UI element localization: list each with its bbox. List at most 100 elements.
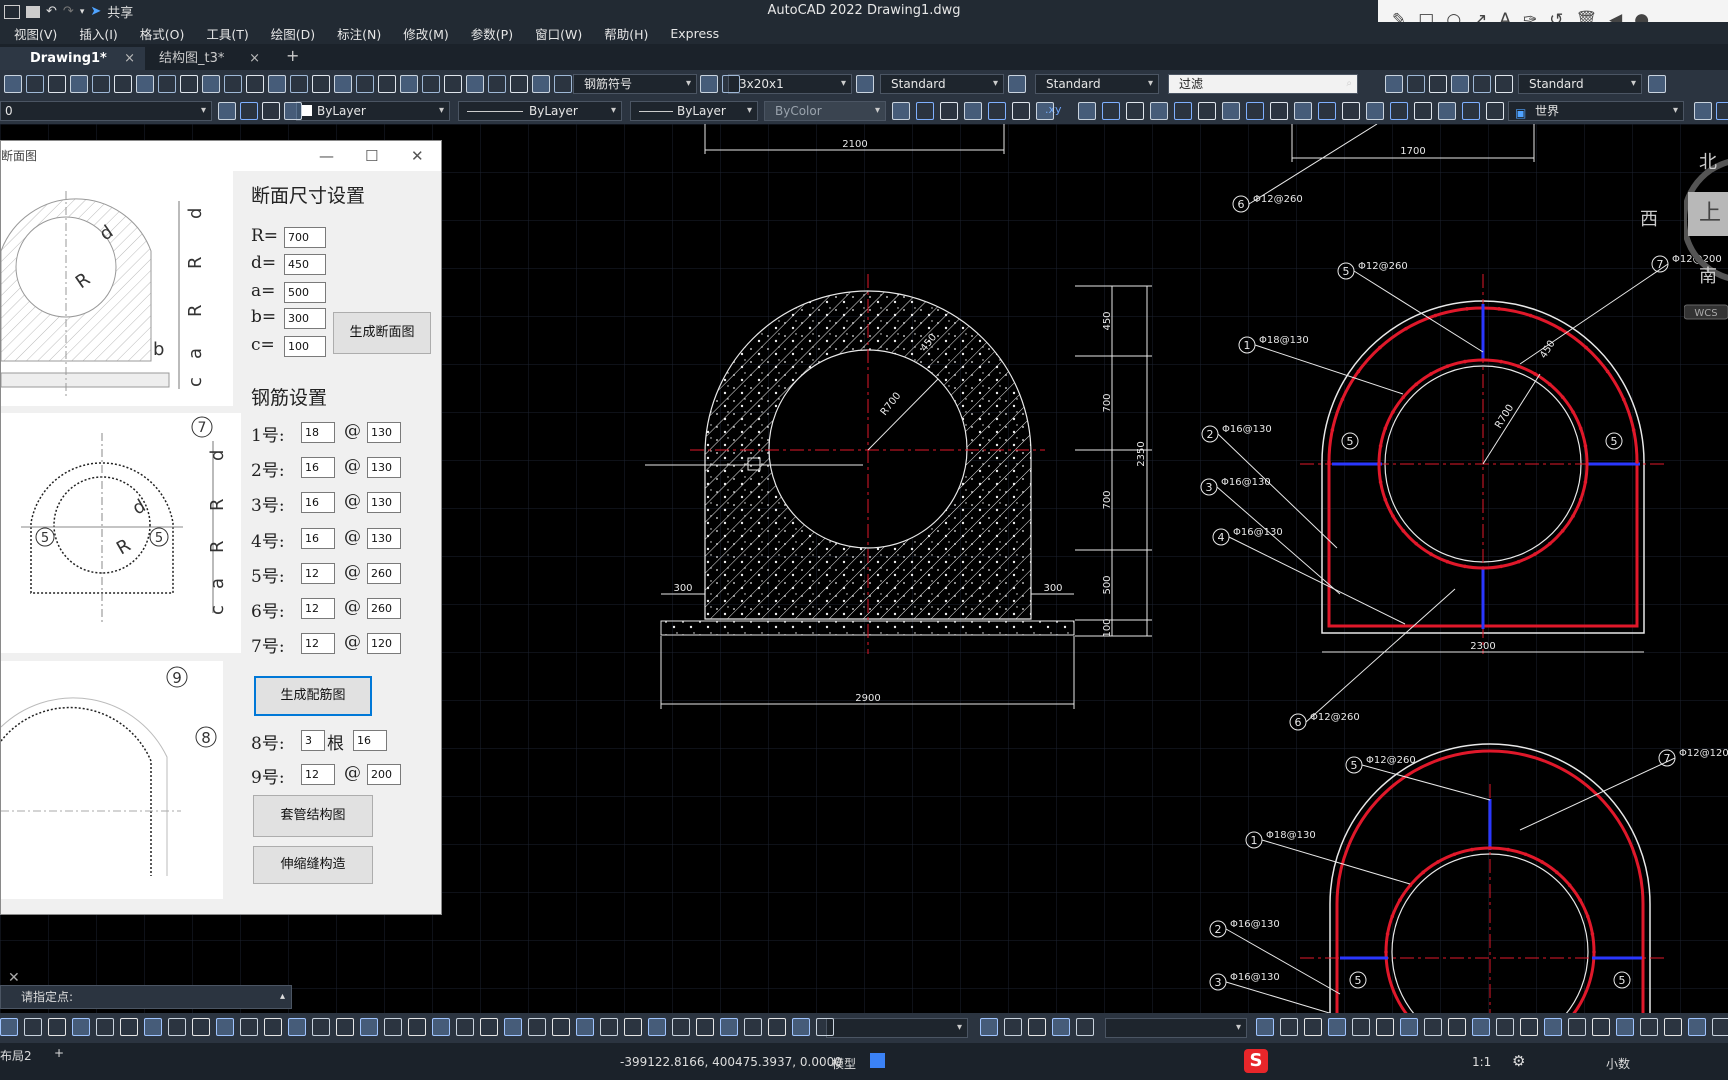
toolbar-tool-icon[interactable] [4, 75, 22, 93]
toolbar-tool-icon[interactable] [1385, 75, 1403, 93]
toolbar-tool-icon[interactable] [1352, 1018, 1370, 1036]
toolbar-tool-icon[interactable] [1198, 102, 1216, 120]
toolbar-tool-icon[interactable] [1568, 1018, 1586, 1036]
tab-drawing1[interactable]: Drawing1* × [0, 47, 145, 70]
bottom-combo-1[interactable]: ▾ [826, 1018, 968, 1038]
toolbar-tool-icon[interactable] [202, 75, 220, 93]
toolbar-tool-icon[interactable] [96, 1018, 114, 1036]
rebar-spacing-input[interactable]: 130 [367, 492, 401, 514]
close-icon[interactable]: ✕ [411, 141, 424, 171]
toolbar-tool-icon[interactable] [1304, 1018, 1322, 1036]
section-field-input[interactable]: 300 [284, 308, 326, 329]
toolbar-tool-icon[interactable] [510, 75, 528, 93]
lineweight-combo[interactable]: ByLayer ▾ [630, 101, 758, 121]
toolbar-tool-icon[interactable] [290, 75, 308, 93]
toolbar-tool-icon[interactable] [312, 75, 330, 93]
section-field-input[interactable]: 100 [284, 336, 326, 357]
rebar-diameter-input[interactable]: 16 [301, 492, 335, 514]
gear-icon[interactable]: ⚙ [1512, 1052, 1525, 1070]
toolbar-tool-icon[interactable] [1640, 1018, 1658, 1036]
command-arrow-icon[interactable]: ▴ [280, 986, 285, 1008]
generate-section-button[interactable]: 生成断面图 [333, 312, 431, 354]
add-layout-button[interactable]: + [54, 1046, 64, 1060]
toolbar-tool-icon[interactable] [1028, 1018, 1046, 1036]
menu-item[interactable]: 格式(O) [140, 24, 185, 43]
toolbar-tool-icon[interactable] [114, 75, 132, 93]
rebar-8-dia-input[interactable]: 16 [353, 730, 387, 751]
units-label[interactable]: 小数 [1606, 1055, 1630, 1072]
filter-input[interactable]: 过滤 ⌕ [1168, 74, 1358, 94]
toolbar-tool-icon[interactable] [192, 1018, 210, 1036]
toolbar-tool-icon[interactable] [284, 102, 302, 120]
sleeve-structure-button[interactable]: 套管结构图 [253, 795, 373, 837]
toolbar-tool-icon[interactable] [466, 75, 484, 93]
toolbar-tool-icon[interactable] [1174, 102, 1192, 120]
menu-item[interactable]: 标注(N) [337, 24, 381, 43]
expansion-joint-button[interactable]: 伸缩缝构造 [253, 846, 373, 884]
toolbar-tool-icon[interactable] [180, 75, 198, 93]
toolbar-tool-icon[interactable] [1376, 1018, 1394, 1036]
toolbar-tool-icon[interactable] [1544, 1018, 1562, 1036]
toolbar-tool-icon[interactable] [360, 1018, 378, 1036]
toolbar-tool-icon[interactable] [1429, 75, 1447, 93]
toolbar-tool-icon[interactable] [48, 75, 66, 93]
toolbar-tool-icon[interactable] [722, 75, 740, 93]
toolbar-tool-icon[interactable] [1424, 1018, 1442, 1036]
layout-tab[interactable]: 布局2 [0, 1047, 32, 1064]
rebar-diameter-input[interactable]: 16 [301, 527, 335, 549]
toolbar-tool-icon[interactable] [1438, 102, 1456, 120]
section-field-input[interactable]: 450 [284, 254, 326, 275]
toolbar-tool-icon[interactable] [1102, 102, 1120, 120]
toolbar-tool-icon[interactable] [964, 102, 982, 120]
toolbar-tool-icon[interactable] [744, 1018, 762, 1036]
menu-item[interactable]: 参数(P) [471, 24, 513, 43]
rebar-spacing-input[interactable]: 260 [367, 562, 401, 584]
toolbar-tool-icon[interactable] [1246, 102, 1264, 120]
menu-item[interactable]: 帮助(H) [604, 24, 648, 43]
menu-item[interactable]: 插入(I) [79, 24, 117, 43]
toolbar-tool-icon[interactable] [532, 75, 550, 93]
menu-item[interactable]: 视图(V) [14, 24, 57, 43]
toolbar-tool-icon[interactable] [1076, 1018, 1094, 1036]
toolbar-tool-icon[interactable] [120, 1018, 138, 1036]
toolbar-tool-icon[interactable] [70, 75, 88, 93]
toolbar-tool-icon[interactable] [1400, 1018, 1418, 1036]
toolbar-tool-icon[interactable] [356, 75, 374, 93]
toolbar-tool-icon[interactable] [336, 1018, 354, 1036]
rebar-diameter-input[interactable]: 12 [301, 562, 335, 584]
toolbar-tool-icon[interactable] [1616, 1018, 1634, 1036]
toolbar-tool-icon[interactable] [1712, 1018, 1728, 1036]
toolbar-tool-icon[interactable] [1462, 102, 1480, 120]
coordinates-readout[interactable]: -399122.8166, 400475.3937, 0.0000 [620, 1055, 842, 1069]
command-close-icon[interactable]: ✕ [8, 970, 20, 986]
menu-item[interactable]: 修改(M) [403, 24, 449, 43]
toolbar-tool-icon[interactable] [980, 1018, 998, 1036]
toolbar-tool-icon[interactable] [1664, 1018, 1682, 1036]
annotation-scale[interactable]: 1:1 [1472, 1055, 1491, 1069]
new-tab-button[interactable]: + [286, 46, 299, 65]
toolbar-tool-icon[interactable] [1328, 1018, 1346, 1036]
toolbar-tool-icon[interactable] [240, 102, 258, 120]
toolbar-tool-icon[interactable] [1688, 1018, 1706, 1036]
viewcube-north[interactable]: 北 [1699, 152, 1717, 173]
close-icon[interactable]: × [249, 47, 260, 70]
rebar-diameter-input[interactable]: 16 [301, 457, 335, 479]
toolbar-tool-icon[interactable] [1496, 1018, 1514, 1036]
toolbar-tool-icon[interactable] [624, 1018, 642, 1036]
menu-item[interactable]: Express [670, 26, 719, 41]
toolbar-tool-icon[interactable] [720, 1018, 738, 1036]
generate-rebar-button[interactable]: 生成配筋图 [254, 676, 372, 716]
rebar-8-count-input[interactable]: 3 [301, 730, 325, 751]
toolbar-tool-icon[interactable] [216, 1018, 234, 1036]
toolbar-tool-icon[interactable] [1451, 75, 1469, 93]
rebar-diameter-input[interactable]: 12 [301, 633, 335, 655]
toolbar-tool-icon[interactable] [1486, 102, 1504, 120]
toolbar-tool-icon[interactable] [92, 75, 110, 93]
toolbar-tool-icon[interactable] [940, 102, 958, 120]
toolbar-tool-icon[interactable] [0, 1018, 18, 1036]
toolbar-tool-icon[interactable] [456, 1018, 474, 1036]
toolbar-tool-icon[interactable] [334, 75, 352, 93]
plotstyle-combo[interactable]: ByColor ▾ [764, 101, 886, 121]
toolbar-tool-icon[interactable] [158, 75, 176, 93]
toolbar-tool-icon[interactable] [262, 102, 280, 120]
